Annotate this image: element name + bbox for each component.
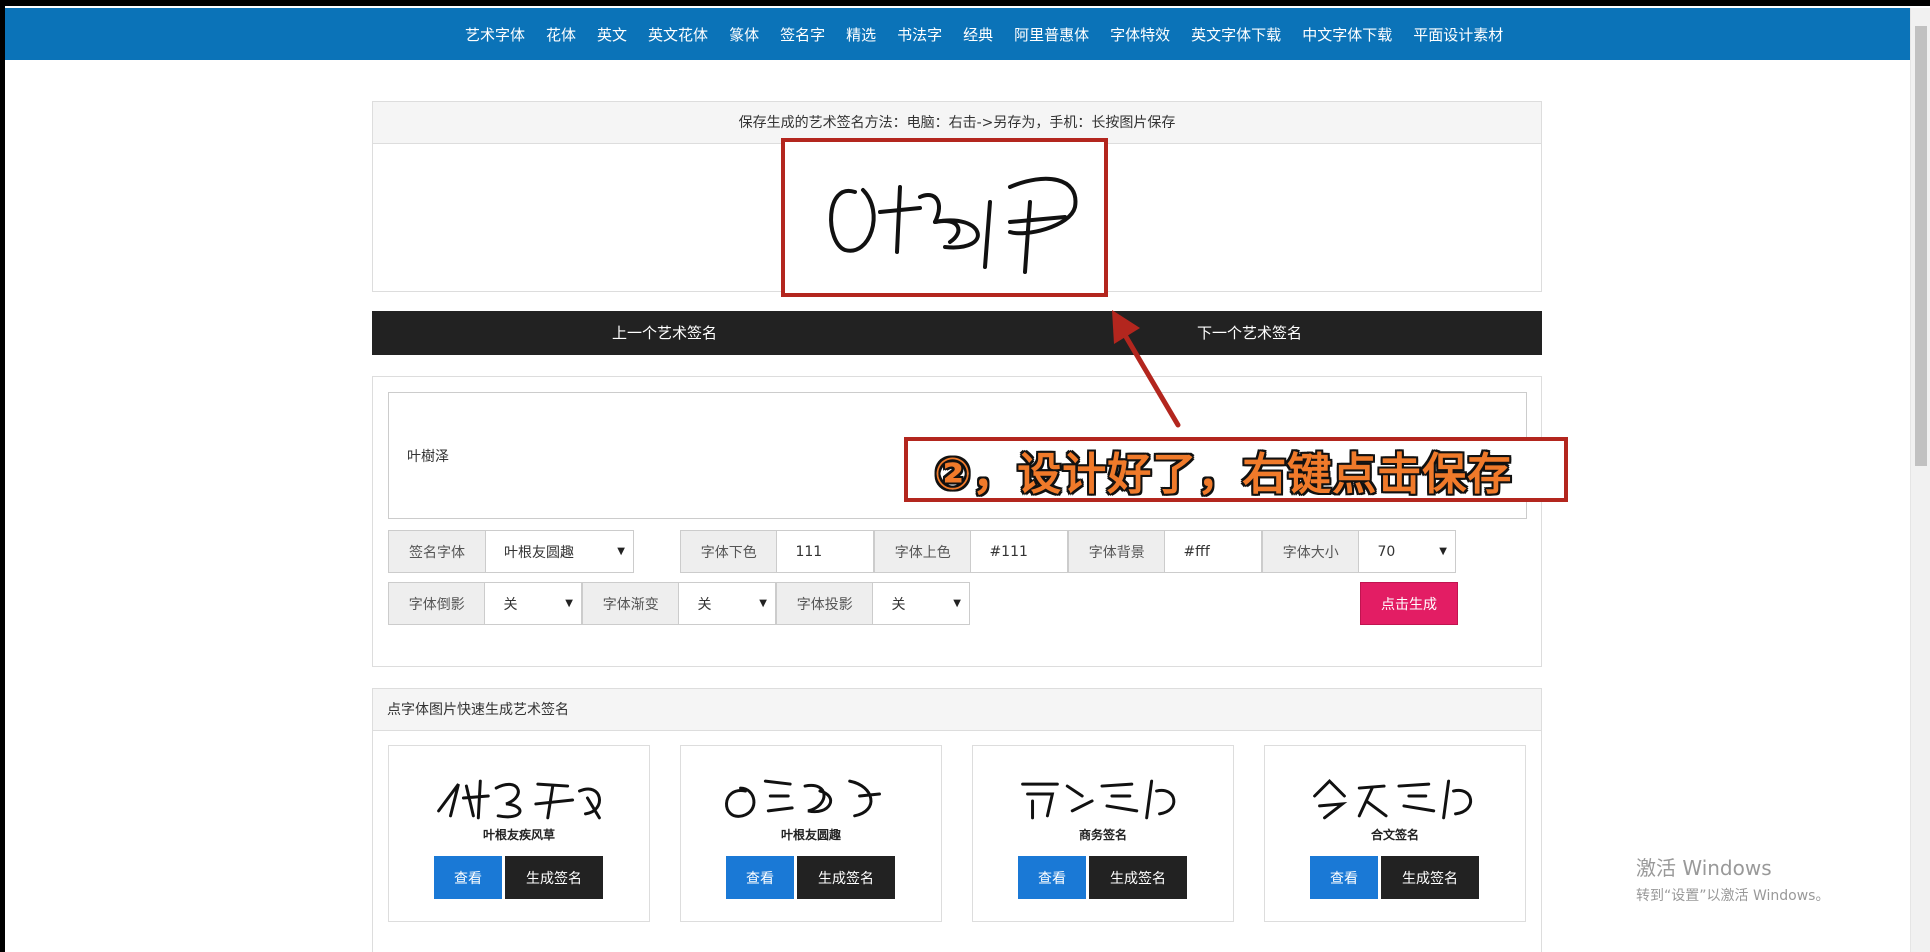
vertical-scrollbar[interactable] xyxy=(1910,8,1930,952)
name-input-value: 叶樹泽 xyxy=(407,448,449,465)
generate-signature-button[interactable]: 生成签名 xyxy=(505,856,603,899)
quick-panel-title: 点字体图片快速生成艺术签名 xyxy=(373,689,1541,731)
shadow-group: 字体投影 关 ▼ xyxy=(776,582,970,625)
dropdown-caret-icon: ▼ xyxy=(1439,546,1447,557)
top-navigation: 艺术字体 花体 英文 英文花体 篆体 签名字 精选 书法字 经典 阿里普惠体 字… xyxy=(5,8,1910,60)
nav-item[interactable]: 英文字体下载 xyxy=(1191,24,1281,45)
window-frame-left xyxy=(0,0,5,952)
callout-arrow-icon xyxy=(1112,310,1181,428)
shadow-select[interactable]: 关 ▼ xyxy=(873,583,969,624)
font-card-name: 叶根友圆趣 xyxy=(780,828,841,842)
callout-text: ②，设计好了，右键点击保存 xyxy=(934,448,1513,500)
font-card: 叶根友疾风草 查看 生成签名 xyxy=(388,745,650,922)
bottom-color-group: 字体下色 111 xyxy=(680,530,874,573)
view-button[interactable]: 查看 xyxy=(434,856,502,899)
nav-item[interactable]: 字体特效 xyxy=(1110,24,1170,45)
tutorial-callout: ②，设计好了，右键点击保存 xyxy=(904,437,1568,502)
font-sample-image[interactable] xyxy=(1265,766,1525,824)
signature-form-panel: 叶樹泽 签名字体 叶根友圆趣 ▼ 字体下色 111 字体上色 #111 字体背景… xyxy=(372,376,1542,667)
top-color-value: #111 xyxy=(989,543,1028,560)
generate-signature-button[interactable]: 生成签名 xyxy=(797,856,895,899)
reflection-label: 字体倒影 xyxy=(389,583,486,624)
font-sample-image[interactable] xyxy=(389,766,649,824)
gradient-value: 关 xyxy=(697,596,712,613)
gradient-select[interactable]: 关 ▼ xyxy=(679,583,775,624)
background-color-value: #fff xyxy=(1183,543,1210,560)
nav-item[interactable]: 中文字体下载 xyxy=(1302,24,1392,45)
font-select-value: 叶根友圆趣 xyxy=(504,544,574,561)
signature-preview-image[interactable] xyxy=(781,138,1108,297)
nav-item[interactable]: 艺术字体 xyxy=(465,24,525,45)
background-color-group: 字体背景 #fff xyxy=(1068,530,1262,573)
font-select[interactable]: 叶根友圆趣 ▼ xyxy=(486,531,633,572)
font-card: 叶根友圆趣 查看 生成签名 xyxy=(680,745,942,922)
prev-signature-link[interactable]: 上一个艺术签名 xyxy=(372,311,957,355)
dropdown-caret-icon: ▼ xyxy=(953,598,961,609)
nav-item[interactable]: 经典 xyxy=(963,24,993,45)
font-card: 合文签名 查看 生成签名 xyxy=(1264,745,1526,922)
font-card-name: 合文签名 xyxy=(1370,828,1419,842)
reflection-value: 关 xyxy=(503,596,518,613)
font-size-group: 字体大小 70 ▼ xyxy=(1262,530,1456,573)
view-button[interactable]: 查看 xyxy=(726,856,794,899)
top-nav-list: 艺术字体 花体 英文 英文花体 篆体 签名字 精选 书法字 经典 阿里普惠体 字… xyxy=(465,8,1524,60)
background-color-label: 字体背景 xyxy=(1069,531,1166,572)
windows-activation-watermark: 激活 Windows 转到“设置”以激活 Windows。 xyxy=(1636,852,1829,905)
font-card-name: 商务签名 xyxy=(1078,828,1127,842)
generate-signature-button[interactable]: 生成签名 xyxy=(1381,856,1479,899)
nav-item[interactable]: 书法字 xyxy=(897,24,942,45)
view-button[interactable]: 查看 xyxy=(1018,856,1086,899)
reflection-select[interactable]: 关 ▼ xyxy=(485,583,581,624)
nav-item[interactable]: 平面设计素材 xyxy=(1413,24,1503,45)
shadow-label: 字体投影 xyxy=(777,583,874,624)
nav-item[interactable]: 篆体 xyxy=(729,24,759,45)
view-button[interactable]: 查看 xyxy=(1310,856,1378,899)
scrollbar-thumb[interactable] xyxy=(1915,26,1927,466)
dropdown-caret-icon: ▼ xyxy=(617,546,625,557)
font-sample-image[interactable] xyxy=(681,766,941,824)
bottom-color-value: 111 xyxy=(795,543,823,560)
font-select-group: 签名字体 叶根友圆趣 ▼ xyxy=(388,530,634,573)
gradient-label: 字体渐变 xyxy=(583,583,680,624)
nav-item[interactable]: 花体 xyxy=(546,24,576,45)
generate-signature-button[interactable]: 生成签名 xyxy=(1089,856,1187,899)
nav-item[interactable]: 英文 xyxy=(597,24,627,45)
top-color-group: 字体上色 #111 xyxy=(874,530,1068,573)
window-frame-top xyxy=(0,0,1930,6)
font-size-value: 70 xyxy=(1377,543,1396,560)
watermark-line1: 激活 Windows xyxy=(1636,856,1772,880)
result-panel: 保存生成的艺术签名方法：电脑：右击->另存为，手机：长按图片保存 xyxy=(372,101,1542,297)
font-size-label: 字体大小 xyxy=(1263,531,1360,572)
shadow-value: 关 xyxy=(891,596,906,613)
bottom-color-input[interactable]: 111 xyxy=(777,531,873,572)
generate-button[interactable]: 点击生成 xyxy=(1360,582,1458,625)
quick-generate-panel: 点字体图片快速生成艺术签名 叶根友疾风草 查看 生成签名 叶根友圆趣 查看 生成… xyxy=(372,688,1542,952)
dropdown-caret-icon: ▼ xyxy=(565,598,573,609)
signature-drawing xyxy=(829,176,1078,274)
font-size-select[interactable]: 70 ▼ xyxy=(1359,531,1455,572)
nav-item[interactable]: 签名字 xyxy=(780,24,825,45)
background-color-input[interactable]: #fff xyxy=(1165,531,1261,572)
top-color-input[interactable]: #111 xyxy=(971,531,1067,572)
nav-item[interactable]: 阿里普惠体 xyxy=(1014,24,1089,45)
next-signature-link[interactable]: 下一个艺术签名 xyxy=(957,311,1542,355)
gradient-group: 字体渐变 关 ▼ xyxy=(582,582,776,625)
dropdown-caret-icon: ▼ xyxy=(759,598,767,609)
top-color-label: 字体上色 xyxy=(875,531,972,572)
font-sample-image[interactable] xyxy=(973,766,1233,824)
font-select-label: 签名字体 xyxy=(389,531,486,572)
nav-item[interactable]: 英文花体 xyxy=(648,24,708,45)
nav-item[interactable]: 精选 xyxy=(846,24,876,45)
font-card: 商务签名 查看 生成签名 xyxy=(972,745,1234,922)
signature-pager: 上一个艺术签名 下一个艺术签名 xyxy=(372,311,1542,355)
font-card-name: 叶根友疾风草 xyxy=(482,828,555,842)
bottom-color-label: 字体下色 xyxy=(681,531,778,572)
watermark-line2: 转到“设置”以激活 Windows。 xyxy=(1636,888,1830,904)
reflection-group: 字体倒影 关 ▼ xyxy=(388,582,582,625)
